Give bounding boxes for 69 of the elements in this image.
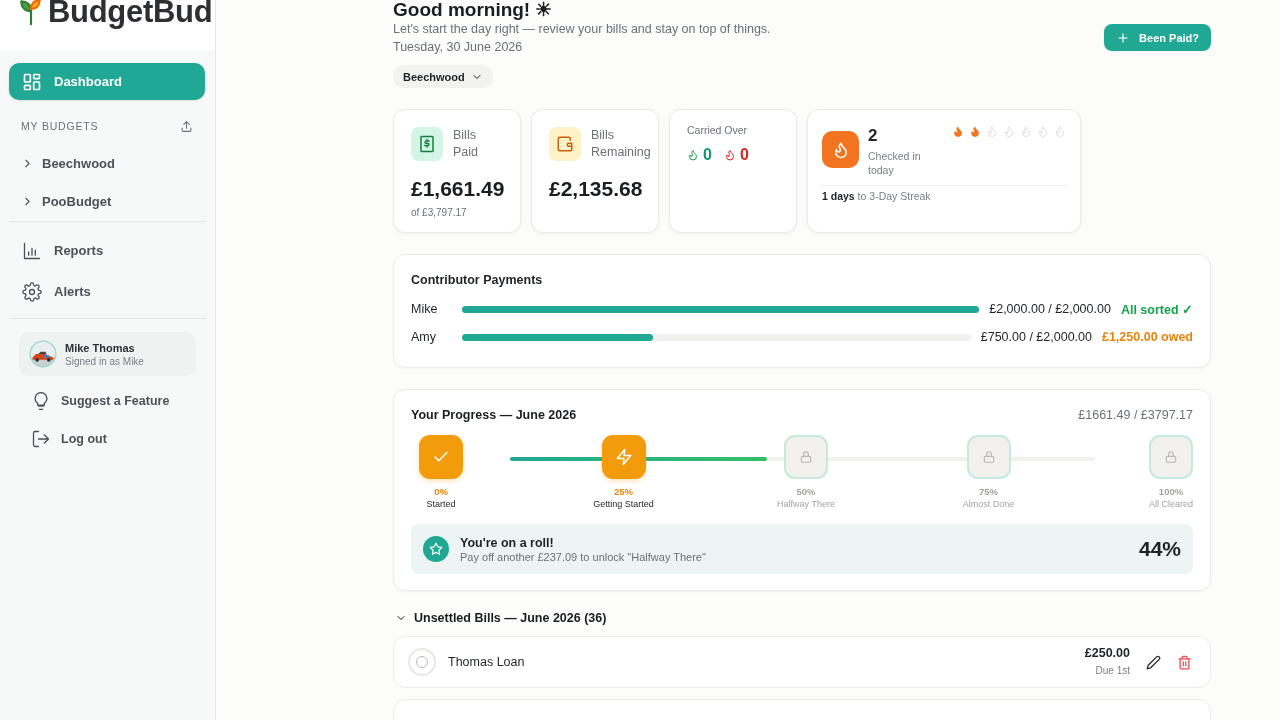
sidebar-link[interactable]: Suggest a Feature (21, 382, 215, 420)
milestone-label: Getting Started (593, 499, 654, 509)
section-heading: MY BUDGETS (21, 120, 99, 132)
date-label: Tuesday, 30 June 2026 (393, 40, 524, 54)
milestone-label: Almost Done (962, 499, 1015, 509)
milestone-percent: 0% (434, 486, 448, 497)
upload-icon[interactable] (180, 119, 193, 133)
budget-dropdown[interactable]: Beechwood (393, 65, 493, 88)
paid-amount: £750.00 / £2,000.00 (980, 330, 1092, 344)
pencil-icon (1146, 654, 1161, 670)
greeting-heading: Good morning! ☀ (393, 0, 554, 20)
lock-icon (1164, 450, 1178, 464)
contributor-name: Amy (411, 330, 437, 344)
payment-status: £1,250.00 owed (1101, 330, 1193, 344)
bill-checkbox[interactable] (408, 648, 436, 676)
section-toggle[interactable]: Unsettled Bills — June 2026 (36) (393, 611, 607, 625)
milestone-percent: 25% (614, 486, 633, 497)
lightning-icon (614, 448, 633, 466)
trash-icon (1177, 654, 1192, 670)
bill-amount: £250.00 (1084, 646, 1130, 660)
stat-label: Bills Paid (453, 127, 480, 161)
progress-total: £1661.49 / £3797.17 (1078, 408, 1193, 422)
wallet-icon (549, 127, 581, 161)
lock-icon (799, 450, 813, 464)
flame-badge-icon (822, 131, 859, 168)
stat-amount: £2,135.68 (549, 177, 641, 201)
milestone-label: Halfway There (777, 499, 835, 509)
carried-count: 0 (739, 146, 749, 164)
user-card[interactable]: Mike Thomas Signed in as Mike (19, 332, 196, 376)
card-title: Contributor Payments (411, 273, 544, 287)
paid-amount: £2,000.00 / £2,000.00 (989, 302, 1111, 316)
progress-percent: 44% (1138, 537, 1181, 561)
payment-status: All sorted ✓ (1120, 301, 1193, 317)
logout-icon (31, 429, 51, 449)
stat-label: Bills Remaining (591, 127, 651, 161)
milestone-percent: 100% (1158, 486, 1184, 497)
dashboard-icon (22, 71, 42, 92)
streak-count: 2 (868, 126, 879, 146)
sidebar-link[interactable]: Log out (21, 420, 215, 458)
plus-icon (1116, 30, 1131, 45)
greeting-subtitle: Let's start the day right — review your bills and stay on top of things. (393, 22, 771, 36)
budget-item[interactable]: Beechwood (9, 144, 205, 182)
user-status: Signed in as Mike (65, 355, 144, 367)
callout-title: You're on a roll! (460, 535, 555, 550)
callout-text: Pay off another £237.09 to unlock "Halfway There" (460, 550, 706, 563)
user-name: Mike Thomas (65, 341, 136, 354)
settings-icon (22, 281, 42, 302)
dollar-bill-icon (411, 127, 443, 161)
streak-footer: 1 days to 3-Day Streak (822, 185, 1066, 202)
stat-note: of £3,797.17 (411, 207, 468, 218)
bill-due-date: Due 1st (1095, 665, 1130, 676)
milestone-label: Started (426, 499, 456, 509)
stat-amount: £1,661.49 (411, 177, 503, 201)
lock-icon (981, 450, 996, 464)
bar-chart-icon (22, 240, 42, 261)
budget-item[interactable]: PooBudget (9, 182, 205, 220)
bill-name: Thomas Loan (448, 655, 526, 669)
nav-item[interactable]: Reports (9, 232, 205, 269)
contributor-name: Mike (411, 302, 439, 316)
card-title: Your Progress — June 2026 (411, 408, 577, 422)
carried-count: 0 (703, 146, 712, 164)
milestone-label: All Cleared (1149, 499, 1193, 509)
star-icon (429, 542, 443, 556)
milestone-percent: 50% (796, 486, 816, 497)
nav-item[interactable]: Alerts (9, 273, 205, 310)
streak-label: Checked in today (868, 149, 922, 177)
milestone-percent: 75% (979, 486, 998, 497)
app-logo-text: BudgetBud (48, 0, 213, 27)
stat-label: Carried Over (687, 124, 749, 136)
